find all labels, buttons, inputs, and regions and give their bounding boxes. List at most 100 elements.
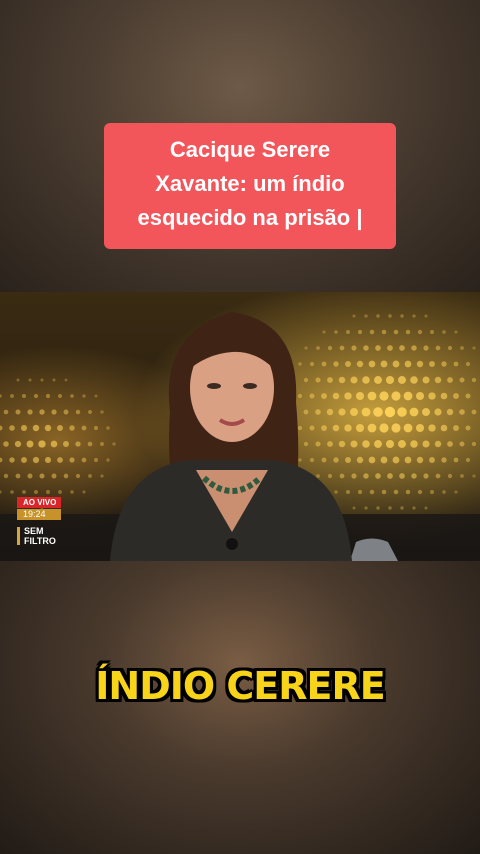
backdrop-dot <box>392 360 400 368</box>
backdrop-dot <box>327 377 333 383</box>
backdrop-dot <box>352 506 356 510</box>
backdrop-dot <box>465 361 471 367</box>
backdrop-dot <box>471 441 477 447</box>
backdrop-dot <box>399 345 405 351</box>
backdrop-dot <box>333 457 339 463</box>
backdrop-dot <box>70 394 74 398</box>
backdrop-dot <box>298 362 302 366</box>
backdrop-dot <box>338 440 346 448</box>
backdrop-dot <box>363 345 369 351</box>
backdrop-dot <box>351 345 357 351</box>
backdrop-dot <box>453 457 459 463</box>
backdrop-dot <box>434 408 442 416</box>
backdrop-dot <box>369 329 375 335</box>
backdrop-dot <box>373 407 383 417</box>
backdrop-dot <box>39 409 45 415</box>
backdrop-dot <box>338 376 346 384</box>
backdrop-dot <box>416 456 424 464</box>
backdrop-dot <box>58 490 62 494</box>
backdrop-dot <box>400 314 404 318</box>
backdrop-dot <box>357 489 363 495</box>
backdrop-dot <box>350 376 358 384</box>
backdrop-dot <box>398 440 406 448</box>
backdrop-dot <box>100 474 104 478</box>
backdrop-dot <box>309 361 315 367</box>
backdrop-dot <box>315 377 321 383</box>
backdrop-dot <box>471 409 477 415</box>
backdrop-dot <box>321 425 327 431</box>
backdrop-dot <box>364 506 368 510</box>
backdrop-dot <box>345 361 351 367</box>
backdrop-dot <box>415 391 425 401</box>
caption-text: ÍNDIO CERERE <box>95 664 385 708</box>
backdrop-dot <box>465 393 471 399</box>
backdrop-dot <box>93 425 99 431</box>
video-frame-illustration <box>0 292 480 561</box>
backdrop-dot <box>344 424 352 432</box>
backdrop-dot <box>52 378 56 382</box>
backdrop-dot <box>33 393 39 399</box>
backdrop-dot <box>22 490 26 494</box>
headline-line-3: esquecido na prisão | <box>137 205 363 230</box>
backdrop-dot <box>355 391 365 401</box>
backdrop-dot <box>369 489 375 495</box>
backdrop-dot <box>465 425 471 431</box>
backdrop-dot <box>362 440 370 448</box>
backdrop-dot <box>321 457 327 463</box>
backdrop-dot <box>398 376 406 384</box>
backdrop-dot <box>327 441 333 447</box>
backdrop-dot <box>315 441 321 447</box>
backdrop-dot <box>435 345 441 351</box>
backdrop-dot <box>297 393 303 399</box>
live-time: 19:24 <box>17 509 61 520</box>
backdrop-dot <box>374 376 382 384</box>
backdrop-dot <box>376 314 380 318</box>
backdrop-dot <box>454 490 458 494</box>
backdrop-dot <box>351 473 357 479</box>
backdrop-dot <box>346 490 350 494</box>
backdrop-dot <box>57 393 63 399</box>
backdrop-dot <box>15 409 21 415</box>
backdrop-dot <box>385 375 395 385</box>
backdrop-dot <box>32 456 40 464</box>
backdrop-dot <box>334 490 338 494</box>
backdrop-dot <box>16 378 20 382</box>
backdrop-dot <box>3 473 9 479</box>
backdrop-dot <box>384 406 396 418</box>
backdrop-dot <box>88 474 92 478</box>
backdrop-dot <box>434 376 442 384</box>
backdrop-dot <box>453 425 459 431</box>
backdrop-dot <box>442 490 446 494</box>
backdrop-dot <box>422 408 430 416</box>
backdrop-dot <box>316 474 320 478</box>
backdrop-dot <box>14 440 22 448</box>
backdrop-dot <box>334 330 338 334</box>
headline-line-1: Cacique Serere <box>169 137 331 162</box>
backdrop-dot <box>327 473 333 479</box>
backdrop-dot <box>69 425 75 431</box>
backdrop-dot <box>333 361 339 367</box>
logo-line-2: FILTRO <box>24 536 56 546</box>
backdrop-dot <box>376 506 380 510</box>
backdrop-dot <box>472 474 476 478</box>
backdrop-dot <box>27 409 33 415</box>
backdrop-dot <box>397 407 407 417</box>
backdrop-dot <box>393 489 399 495</box>
backdrop-dot <box>380 360 388 368</box>
backdrop-dot <box>100 410 104 414</box>
backdrop-dot <box>435 473 441 479</box>
backdrop-dot <box>424 506 428 510</box>
video-player[interactable] <box>0 292 480 561</box>
backdrop-dot <box>440 424 448 432</box>
live-badge: AO VIVO 19:24 <box>17 497 61 520</box>
backdrop-dot <box>50 440 58 448</box>
backdrop-dot <box>10 394 14 398</box>
backdrop-dot <box>392 456 400 464</box>
backdrop-dot <box>32 424 40 432</box>
backdrop-dot <box>417 329 423 335</box>
backdrop-dot <box>417 489 423 495</box>
backdrop-dot <box>63 441 69 447</box>
backdrop-dot <box>346 330 350 334</box>
live-label: AO VIVO <box>17 497 61 508</box>
backdrop-dot <box>63 473 69 479</box>
